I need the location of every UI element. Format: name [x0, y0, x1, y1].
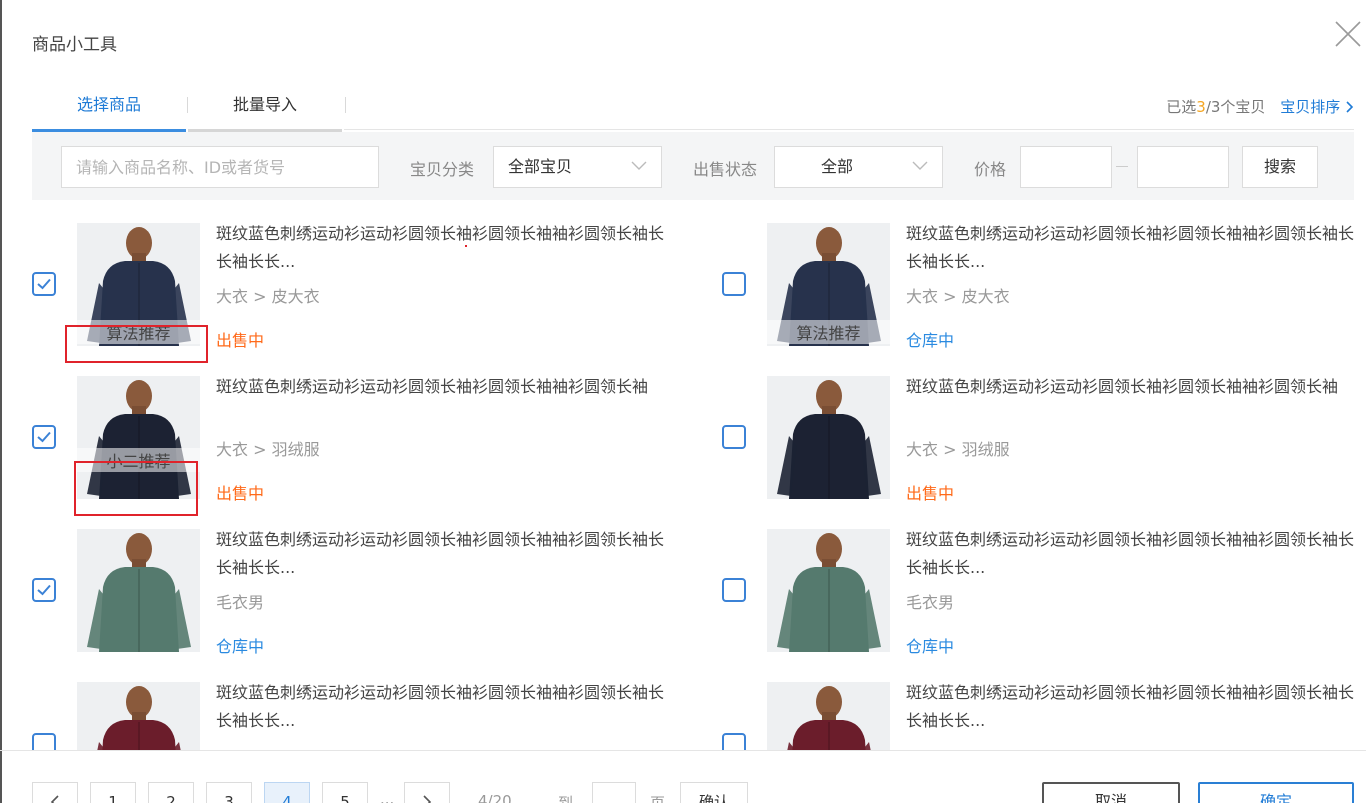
close-icon[interactable]: [1330, 16, 1366, 52]
product-card: 斑纹蓝色刺绣运动衫运动衫圆领长袖衫圆领长袖袖衫圆领长袖大衣 > 羽绒服 出售中: [720, 353, 1360, 506]
category-value: 全部宝贝: [508, 157, 573, 176]
page-button-4[interactable]: 4: [264, 782, 310, 803]
tab-bar: 选择商品 批量导入 已选3/3个宝贝 宝贝排序: [32, 88, 1354, 134]
price-label: 价格: [974, 160, 1007, 179]
stray-mark: [465, 245, 467, 247]
dialog-title: 商品小工具: [32, 35, 117, 55]
product-image[interactable]: [767, 376, 890, 499]
page-button-1[interactable]: 1: [90, 782, 136, 803]
product-card: 斑纹蓝色刺绣运动衫运动衫圆领长袖衫圆领长袖袖衫圆领长袖长长袖长长... 毛衣男仓库…: [720, 506, 1360, 659]
product-title[interactable]: 斑纹蓝色刺绣运动衫运动衫圆领长袖衫圆领长袖袖衫圆领长袖: [906, 373, 1356, 401]
price-range-dash: [1116, 166, 1128, 167]
product-checkbox[interactable]: [32, 272, 56, 296]
status-select[interactable]: 全部: [774, 146, 943, 188]
product-status: 出售中: [216, 331, 265, 350]
sort-link[interactable]: 宝贝排序: [1280, 98, 1354, 116]
tab-select-products[interactable]: 选择商品: [32, 88, 186, 132]
search-input[interactable]: [61, 146, 379, 188]
prev-page-button[interactable]: [32, 782, 78, 803]
product-title[interactable]: 斑纹蓝色刺绣运动衫运动衫圆领长袖衫圆领长袖袖衫圆领长袖长长袖长长...: [216, 526, 666, 582]
tab-batch-import[interactable]: 批量导入: [188, 88, 342, 132]
product-card: 算法推荐 斑纹蓝色刺绣运动衫运动衫圆领长袖衫圆领长袖袖衫圆领长袖长长袖长长... 大…: [720, 200, 1360, 353]
product-grid: 算法推荐 斑纹蓝色刺绣运动衫运动衫圆领长袖衫圆领长袖袖衫圆领长袖长长袖长长... 大…: [0, 200, 1366, 750]
category-select[interactable]: 全部宝贝: [493, 146, 662, 188]
selected-count: 3: [1196, 98, 1206, 116]
product-category: 大衣 > 皮大衣: [216, 287, 320, 306]
page-unit-label: 页: [650, 794, 666, 803]
chevron-right-icon: [423, 795, 432, 803]
product-category: 大衣 > 羽绒服: [216, 440, 320, 459]
chevron-right-icon: [1346, 101, 1354, 113]
product-status: 出售中: [906, 484, 955, 503]
price-min-input[interactable]: [1020, 146, 1112, 188]
product-category: 大衣 > 羽绒服: [906, 440, 1010, 459]
goto-label: 到: [558, 794, 574, 803]
selection-prefix: 已选: [1166, 98, 1197, 116]
next-page-button[interactable]: [404, 782, 450, 803]
product-image[interactable]: [77, 529, 200, 652]
chevron-down-icon: [912, 161, 928, 170]
product-checkbox[interactable]: [32, 425, 56, 449]
status-value: 全部: [821, 157, 854, 176]
product-title[interactable]: 斑纹蓝色刺绣运动衫运动衫圆领长袖衫圆领长袖袖衫圆领长袖: [216, 373, 666, 401]
product-status: 仓库中: [906, 331, 955, 350]
status-label: 出售状态: [693, 160, 758, 179]
product-checkbox[interactable]: [722, 733, 746, 750]
product-image[interactable]: [77, 682, 200, 750]
page-button-3[interactable]: 3: [206, 782, 252, 803]
product-checkbox[interactable]: [722, 272, 746, 296]
tab-baseline: [344, 129, 1354, 130]
product-checkbox[interactable]: [32, 733, 56, 750]
product-image[interactable]: [767, 529, 890, 652]
product-title[interactable]: 斑纹蓝色刺绣运动衫运动衫圆领长袖衫圆领长袖袖衫圆领长袖长长袖长长...: [216, 679, 666, 735]
search-button[interactable]: 搜索: [1242, 146, 1318, 188]
confirm-button[interactable]: 确定: [1198, 782, 1354, 803]
checkmark-icon: [37, 584, 51, 596]
product-status: 仓库中: [906, 637, 955, 656]
page-button-5[interactable]: 5: [322, 782, 368, 803]
product-category: 大衣 > 皮大衣: [906, 287, 1010, 306]
page-button-2[interactable]: 2: [148, 782, 194, 803]
product-checkbox[interactable]: [32, 578, 56, 602]
tab-divider: [345, 97, 346, 113]
product-card: 斑纹蓝色刺绣运动衫运动衫圆领长袖衫圆领长袖袖衫圆领长袖长长袖长长...: [30, 659, 670, 750]
product-status: 仓库中: [216, 637, 265, 656]
product-checkbox[interactable]: [722, 425, 746, 449]
product-image[interactable]: [767, 682, 890, 750]
checkmark-icon: [37, 278, 51, 290]
goto-page-input[interactable]: [592, 782, 636, 803]
sort-label: 宝贝排序: [1280, 98, 1341, 116]
selection-suffix: /3个宝贝: [1205, 98, 1266, 116]
product-status: 出售中: [216, 484, 265, 503]
page-ellipsis: ...: [380, 790, 395, 803]
footer-divider: [0, 750, 1366, 751]
product-card: 斑纹蓝色刺绣运动衫运动衫圆领长袖衫圆领长袖袖衫圆领长袖长长袖长长... 毛衣男仓库…: [30, 506, 670, 659]
product-card: 斑纹蓝色刺绣运动衫运动衫圆领长袖衫圆领长袖袖衫圆领长袖长长袖长长...: [720, 659, 1360, 750]
product-title[interactable]: 斑纹蓝色刺绣运动衫运动衫圆领长袖衫圆领长袖袖衫圆领长袖长长袖长长...: [906, 526, 1356, 582]
product-checkbox[interactable]: [722, 578, 746, 602]
recommendation-badge: 算法推荐: [767, 320, 890, 344]
product-title[interactable]: 斑纹蓝色刺绣运动衫运动衫圆领长袖衫圆领长袖袖衫圆领长袖长长袖长长...: [216, 220, 666, 276]
chevron-down-icon: [631, 161, 647, 170]
product-title[interactable]: 斑纹蓝色刺绣运动衫运动衫圆领长袖衫圆领长袖袖衫圆领长袖长长袖长长...: [906, 220, 1356, 276]
price-max-input[interactable]: [1137, 146, 1229, 188]
selection-summary: 已选3/3个宝贝 宝贝排序: [1166, 96, 1354, 117]
page-summary: 4/20: [478, 792, 512, 803]
product-title[interactable]: 斑纹蓝色刺绣运动衫运动衫圆领长袖衫圆领长袖袖衫圆领长袖长长袖长长...: [906, 679, 1356, 735]
product-category: 毛衣男: [216, 593, 265, 612]
checkmark-icon: [37, 431, 51, 443]
filter-bar: 宝贝分类 全部宝贝 出售状态 全部 价格 搜索: [32, 132, 1354, 200]
category-label: 宝贝分类: [410, 160, 475, 179]
cancel-button[interactable]: 取消: [1042, 782, 1180, 803]
chevron-left-icon: [50, 795, 59, 803]
goto-confirm-button[interactable]: 确认: [680, 782, 748, 803]
product-category: 毛衣男: [906, 593, 955, 612]
